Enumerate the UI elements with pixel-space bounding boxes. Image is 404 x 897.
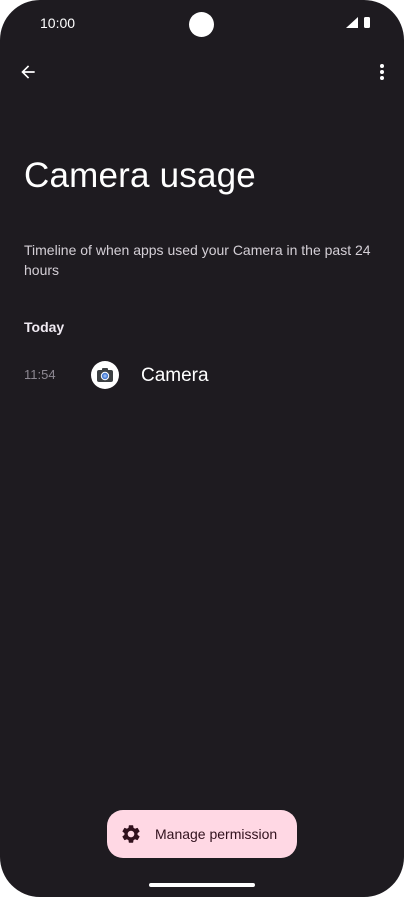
more-vert-icon [380, 64, 384, 80]
arrow-back-icon [21, 65, 35, 79]
system-icons [346, 16, 370, 29]
section-header-today: Today [24, 319, 65, 335]
back-button[interactable] [10, 54, 46, 90]
page-subtitle: Timeline of when apps used your Camera i… [24, 242, 371, 278]
entry-app-name: Camera [141, 365, 209, 386]
timeline-entry[interactable]: 11:54 Camera [0, 356, 404, 396]
manage-permission-button[interactable]: Manage permission [107, 810, 297, 858]
more-options-button[interactable] [368, 54, 396, 90]
camera-glyph-icon [97, 368, 113, 382]
home-indicator[interactable] [149, 883, 255, 887]
top-app-bar [0, 54, 404, 94]
phone-screen: 10:00 Camera usage Timeline of when apps… [0, 0, 404, 897]
page-title: Camera usage [24, 156, 256, 195]
manage-permission-label: Manage permission [155, 826, 278, 842]
camera-cutout [189, 12, 214, 37]
signal-icon [346, 17, 358, 28]
entry-time: 11:54 [24, 367, 56, 382]
status-bar: 10:00 [0, 0, 404, 46]
battery-icon [364, 17, 370, 28]
camera-app-icon [91, 361, 119, 389]
status-clock: 10:00 [40, 15, 76, 31]
gear-icon [122, 825, 140, 843]
